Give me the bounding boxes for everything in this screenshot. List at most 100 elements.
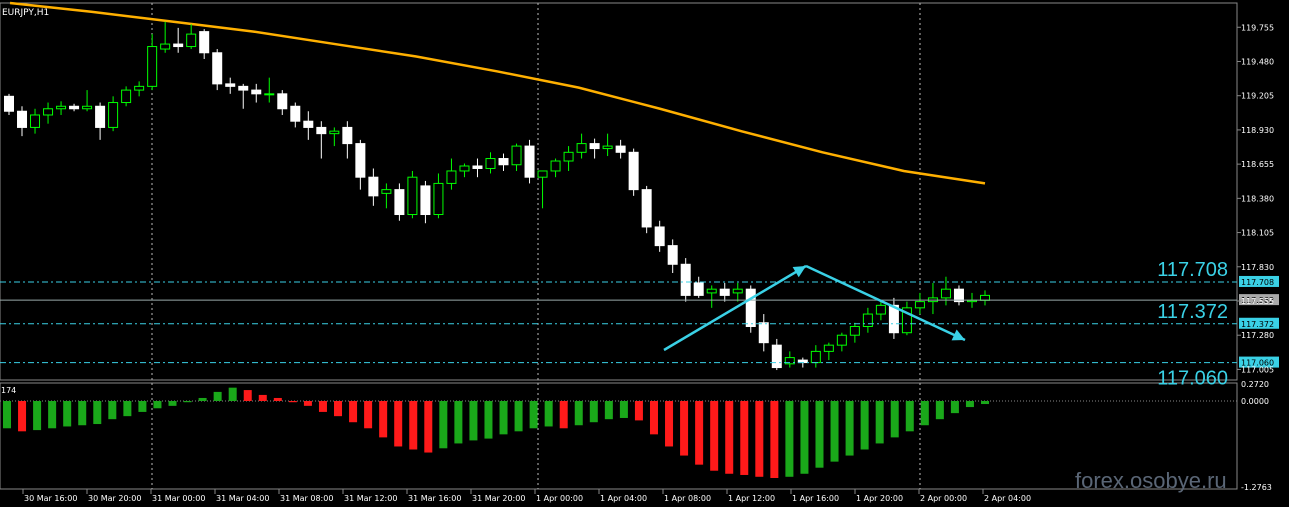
histogram-bar xyxy=(454,401,463,444)
y-tick-label: 119.480 xyxy=(1241,57,1274,66)
histogram-bar xyxy=(364,401,373,429)
histogram-bar xyxy=(845,401,854,456)
candle-body xyxy=(810,350,821,364)
level-label-big: 117.372 xyxy=(1157,301,1228,323)
candle-body xyxy=(225,83,236,87)
histogram-bar xyxy=(890,401,899,438)
histogram-bar xyxy=(740,401,749,475)
candle-body xyxy=(654,226,665,247)
level-label-big: 117.708 xyxy=(1157,259,1228,281)
axes: 117.708117.372117.060117.562119.755119.4… xyxy=(1,23,1279,503)
horizontal-levels: 117.708 117.372 117.060 xyxy=(0,259,1237,390)
x-tick-label: 30 Mar 16:00 xyxy=(24,494,77,503)
histogram-bar xyxy=(544,401,553,427)
histogram-bar xyxy=(860,401,869,450)
candle-body xyxy=(511,145,522,166)
histogram-bar xyxy=(273,397,282,401)
histogram-bar xyxy=(379,401,388,438)
histogram-bar xyxy=(695,401,704,465)
histogram-bar xyxy=(725,401,734,474)
histogram-bar xyxy=(619,401,628,418)
candle-body xyxy=(199,31,210,54)
histogram-bar xyxy=(514,401,523,432)
candle-body xyxy=(368,176,379,197)
y-tick-label: 118.380 xyxy=(1241,194,1274,203)
candle-body xyxy=(342,126,353,145)
histogram-bar xyxy=(334,401,343,417)
candle-body xyxy=(147,46,158,87)
histogram-bar xyxy=(965,401,974,408)
candle-body xyxy=(498,158,509,166)
histogram-bar xyxy=(604,401,613,420)
candle-body xyxy=(771,344,782,369)
macd-axis-label: -1.2763 xyxy=(1241,483,1272,492)
candle-body xyxy=(329,130,340,135)
level-label-big: 117.060 xyxy=(1157,368,1228,390)
histogram-bar xyxy=(33,401,42,431)
histogram-bar xyxy=(123,401,132,417)
candle-body xyxy=(433,182,444,216)
histogram-bar xyxy=(634,401,643,421)
x-tick-label: 31 Mar 04:00 xyxy=(216,494,269,503)
candle-body xyxy=(602,145,613,150)
candle-body xyxy=(589,143,600,150)
candle-body xyxy=(576,143,587,153)
ma-path xyxy=(9,1,986,185)
candle-body xyxy=(732,288,743,294)
candle-body xyxy=(836,334,847,346)
candle-body xyxy=(43,108,54,116)
candle-body xyxy=(394,189,405,216)
candle-body xyxy=(875,304,886,315)
candle-body xyxy=(238,85,249,91)
y-tick-label: 117.280 xyxy=(1241,331,1274,340)
candle-body xyxy=(446,170,457,184)
histogram-bar xyxy=(349,401,358,423)
candle-body xyxy=(615,145,626,153)
candle-body xyxy=(264,93,275,96)
y-tick-label: 118.655 xyxy=(1241,160,1274,169)
candle-body xyxy=(303,120,314,128)
histogram-bar xyxy=(680,401,689,456)
histogram-bar xyxy=(469,401,478,441)
candle-body xyxy=(719,288,730,296)
histogram-bar xyxy=(18,401,27,432)
histogram-bar xyxy=(815,401,824,468)
x-tick-label: 1 Apr 04:00 xyxy=(600,494,647,503)
histogram-bar xyxy=(93,401,102,425)
symbol-label: EURJPY,H1 xyxy=(2,8,49,18)
y-tick-label: 117.830 xyxy=(1241,263,1274,272)
histogram-bar xyxy=(303,401,312,406)
price-chart[interactable]: 117.708 117.372 117.060 117.708 117.372 117.… xyxy=(0,0,1289,507)
y-tick-label: 118.105 xyxy=(1241,229,1274,238)
histogram-bar xyxy=(198,397,207,401)
candle-body xyxy=(628,151,639,191)
candle-body xyxy=(706,288,717,294)
candle-body xyxy=(407,176,418,216)
x-tick-label: 31 Mar 20:00 xyxy=(472,494,525,503)
chart-grid xyxy=(0,2,1238,490)
candle-body xyxy=(485,158,496,169)
x-tick-label: 1 Apr 00:00 xyxy=(536,494,583,503)
histogram-bar xyxy=(785,401,794,477)
histogram-bar xyxy=(589,401,598,423)
histogram-bar xyxy=(950,401,959,414)
candle-body xyxy=(550,160,561,172)
histogram-bar xyxy=(559,401,568,429)
x-tick-label: 31 Mar 08:00 xyxy=(280,494,333,503)
x-tick-label: 1 Apr 16:00 xyxy=(792,494,839,503)
candle-body xyxy=(186,33,197,48)
y-tick-label: 119.205 xyxy=(1241,92,1274,101)
histogram-bar xyxy=(905,401,914,432)
histogram-bar xyxy=(649,401,658,435)
candle-body xyxy=(69,105,80,110)
candle-body xyxy=(95,105,106,128)
candle-body xyxy=(212,52,223,85)
candle-body xyxy=(459,165,470,172)
histogram-bar xyxy=(213,391,222,401)
histogram-bar xyxy=(63,401,72,427)
histogram-bar xyxy=(574,401,583,426)
histogram-bar xyxy=(770,401,779,478)
candlesticks xyxy=(4,21,990,371)
x-tick-label: 1 Apr 12:00 xyxy=(728,494,775,503)
candle-body xyxy=(537,170,548,178)
